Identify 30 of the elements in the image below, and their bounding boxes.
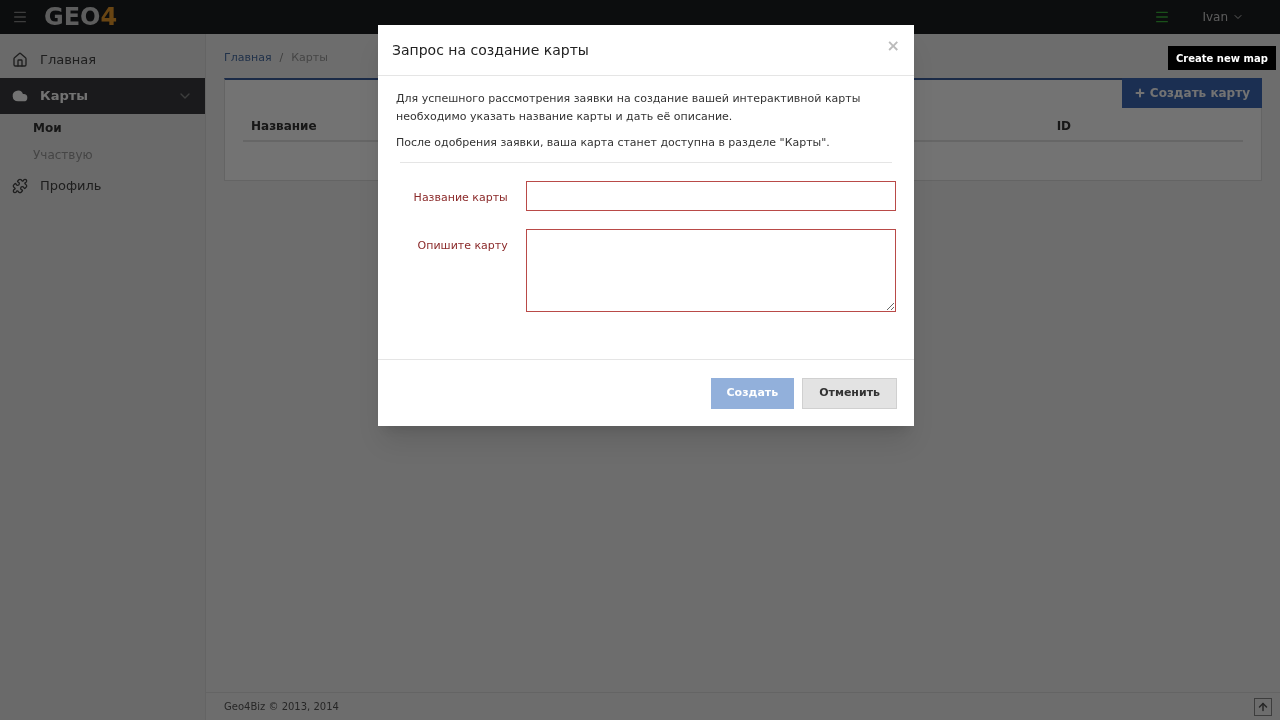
description-field[interactable] bbox=[525, 229, 896, 312]
column-header: Название bbox=[251, 118, 317, 135]
field-label: Опишите карту bbox=[416, 238, 509, 254]
sidebar-item[interactable]: Главная bbox=[0, 42, 205, 78]
scroll-top-button[interactable] bbox=[1254, 697, 1272, 716]
breadcrumb-link[interactable]: Главная bbox=[224, 49, 272, 67]
close-button[interactable]: × bbox=[886, 34, 900, 58]
sidebar-item[interactable]: Карты bbox=[0, 78, 205, 114]
column-header: ID bbox=[1056, 118, 1072, 135]
puzzle-icon bbox=[12, 178, 28, 194]
footer-text: Geo4Biz © 2013, 2014 bbox=[224, 700, 339, 714]
cancel-button[interactable]: Отменить bbox=[802, 377, 897, 409]
cloud-icon bbox=[12, 88, 28, 104]
plus-icon bbox=[1133, 87, 1146, 99]
home-icon bbox=[12, 52, 28, 68]
create-map-button[interactable]: Создать карту bbox=[1121, 78, 1262, 108]
logo[interactable]: GEO4 bbox=[44, 0, 118, 35]
menu-icon[interactable] bbox=[12, 9, 28, 25]
tooltip: Create new map bbox=[1168, 46, 1276, 70]
sidebar-subitem[interactable]: Мои bbox=[0, 114, 205, 141]
user-menu[interactable]: Ivan bbox=[1202, 8, 1244, 26]
map-name-field[interactable] bbox=[525, 181, 896, 211]
field-label: Название карты bbox=[412, 190, 509, 206]
status-icon[interactable] bbox=[1154, 9, 1171, 25]
modal-text: После одобрения заявки, ваша карта станет доступна в разделе "Карты". bbox=[396, 135, 831, 151]
arrow-up-icon bbox=[1257, 700, 1269, 713]
sidebar-item[interactable]: Профиль bbox=[0, 168, 205, 204]
breadcrumb-separator: / bbox=[279, 49, 284, 66]
modal-text: Для успешного рассмотрения заявки на создание вашей интерактивной карты необходимо указать название карты и дать её описание. bbox=[396, 91, 862, 125]
modal-title: Запрос на создание карты bbox=[392, 40, 589, 60]
